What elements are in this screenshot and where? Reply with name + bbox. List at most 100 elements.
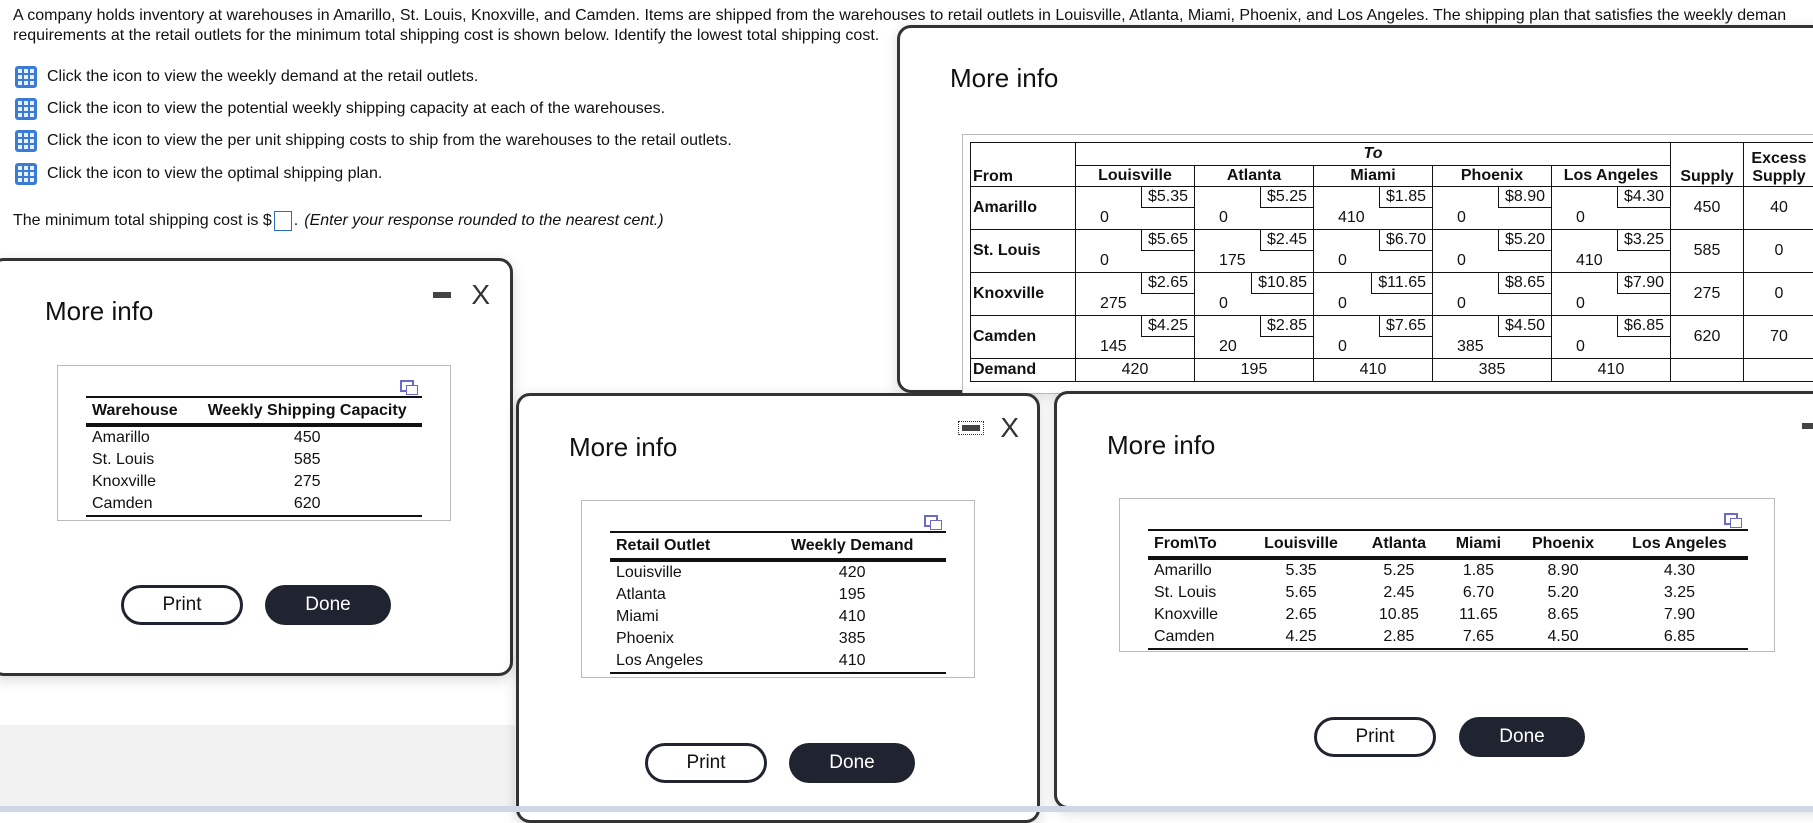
unit-cost: $2.45	[1260, 230, 1313, 251]
hint-shipping-costs[interactable]: Click the icon to view the per unit ship…	[15, 130, 732, 152]
hint-optimal-plan[interactable]: Click the icon to view the optimal shipp…	[15, 163, 382, 185]
shipped-quantity: 175	[1219, 252, 1246, 270]
plan-cell: $11.650	[1314, 273, 1433, 316]
table-row: Camden4.252.857.654.506.85	[1148, 626, 1748, 649]
plan-cell: $5.200	[1433, 230, 1552, 273]
warehouse-name: Amarillo	[1148, 558, 1246, 582]
done-button[interactable]: Done	[789, 743, 915, 783]
plan-cell-content: $8.900	[1433, 187, 1551, 229]
done-button[interactable]: Done	[265, 585, 391, 625]
unit-cost: $1.85	[1379, 187, 1432, 208]
cost-value: 7.90	[1611, 604, 1748, 626]
close-icon[interactable]: X	[1000, 414, 1019, 442]
shipped-quantity: 0	[1576, 295, 1585, 313]
col-header: From\To	[1148, 530, 1246, 558]
hint-shipping-capacity[interactable]: Click the icon to view the potential wee…	[15, 98, 665, 120]
warehouse-name: St. Louis	[86, 449, 192, 471]
unit-cost: $8.90	[1498, 187, 1551, 208]
cost-value: 5.35	[1246, 558, 1356, 582]
cost-value: 5.20	[1515, 582, 1611, 604]
capacity-table: Warehouse Weekly Shipping Capacity Amari…	[86, 396, 422, 517]
unit-cost: $5.25	[1260, 187, 1313, 208]
table-row: Knoxville275	[86, 471, 422, 493]
shipped-quantity: 0	[1576, 338, 1585, 356]
table-grid-icon[interactable]	[15, 130, 37, 152]
hint-weekly-demand[interactable]: Click the icon to view the weekly demand…	[15, 66, 478, 88]
shipped-quantity: 145	[1100, 338, 1127, 356]
unit-cost: $6.70	[1379, 230, 1432, 251]
bottom-scrollbar[interactable]	[0, 806, 1813, 812]
done-button[interactable]: Done	[1459, 717, 1585, 757]
plan-cell: $5.650	[1076, 230, 1195, 273]
answer-instruction: (Enter your response rounded to the near…	[304, 212, 663, 230]
demand-value: 410	[758, 606, 946, 628]
popout-icon[interactable]	[400, 380, 414, 392]
destination-header: Louisville	[1076, 166, 1195, 187]
outlet-name: Louisville	[610, 560, 758, 584]
min-cost-input[interactable]	[274, 211, 292, 231]
minimize-icon[interactable]	[433, 292, 451, 298]
table-grid-icon[interactable]	[15, 163, 37, 185]
plan-cell: $7.900	[1552, 273, 1671, 316]
supply-value: 450	[1671, 187, 1744, 230]
plan-cell-content: $2.65275	[1076, 273, 1194, 315]
unit-cost: $4.50	[1498, 316, 1551, 337]
cost-value: 8.90	[1515, 558, 1611, 582]
warehouse-name: St. Louis	[1148, 582, 1246, 604]
unit-cost: $2.65	[1141, 273, 1194, 294]
plan-cell: $7.650	[1314, 316, 1433, 359]
to-header: To	[1076, 143, 1671, 166]
plan-cell: $5.250	[1195, 187, 1314, 230]
cost-value: 4.25	[1246, 626, 1356, 649]
plan-cell-content: $7.900	[1552, 273, 1670, 315]
plan-cell-content: $5.250	[1195, 187, 1313, 229]
col-header: Weekly Shipping Capacity	[192, 397, 422, 425]
plan-cell: $4.50385	[1433, 316, 1552, 359]
plan-row: Camden$4.25145$2.8520$7.650$4.50385$6.85…	[971, 316, 1813, 359]
popout-icon[interactable]	[1724, 513, 1738, 525]
table-grid-icon[interactable]	[15, 98, 37, 120]
answer-prefix: The minimum total shipping cost is $	[13, 212, 272, 230]
plan-cell-content: $7.650	[1314, 316, 1432, 358]
cost-value: 6.85	[1611, 626, 1748, 649]
print-button[interactable]: Print	[645, 743, 767, 783]
print-button[interactable]: Print	[1314, 717, 1436, 757]
demand-value: 420	[758, 560, 946, 584]
cost-value: 2.65	[1246, 604, 1356, 626]
plan-cell-content: $5.650	[1076, 230, 1194, 272]
plan-cell: $4.25 145	[1076, 316, 1195, 359]
col-header: Phoenix	[1515, 530, 1611, 558]
costs-table-container: From\ToLouisvilleAtlantaMiamiPhoenixLos …	[1119, 498, 1775, 652]
warehouse-name: Knoxville	[1148, 604, 1246, 626]
origin-name: Amarillo	[971, 187, 1076, 230]
plan-table-container: From To Supply Excess Supply LouisvilleA…	[962, 134, 1813, 394]
shipped-quantity: 410	[1338, 209, 1365, 227]
table-row: Miami410	[610, 606, 946, 628]
unit-cost: $4.25	[1141, 316, 1194, 337]
popout-icon[interactable]	[924, 515, 938, 527]
col-header: Miami	[1442, 530, 1516, 558]
print-button[interactable]: Print	[121, 585, 243, 625]
supply-value: 275	[1671, 273, 1744, 316]
col-header: Los Angeles	[1611, 530, 1748, 558]
minimize-icon[interactable]	[962, 425, 980, 431]
origin-name: St. Louis	[971, 230, 1076, 273]
cost-value: 2.45	[1356, 582, 1441, 604]
table-row: Phoenix385	[610, 628, 946, 650]
demand-value: 410	[758, 650, 946, 673]
warehouse-name: Amarillo	[86, 425, 192, 449]
plan-cell-content: $5.350	[1076, 187, 1194, 229]
answer-row: The minimum total shipping cost is $ . (…	[13, 211, 664, 231]
minimize-icon[interactable]	[1802, 423, 1813, 429]
plan-cell: $2.8520	[1195, 316, 1314, 359]
capacity-value: 450	[192, 425, 422, 449]
excess-supply-value: 70	[1744, 316, 1813, 359]
plan-cell: $10.850	[1195, 273, 1314, 316]
table-grid-icon[interactable]	[15, 66, 37, 88]
unit-cost: $5.65	[1141, 230, 1194, 251]
close-icon[interactable]: X	[471, 281, 490, 309]
plan-cell-content: $6.700	[1314, 230, 1432, 272]
plan-cell-content: $3.25410	[1552, 230, 1670, 272]
shipped-quantity: 0	[1338, 295, 1347, 313]
col-header: Warehouse	[86, 397, 192, 425]
